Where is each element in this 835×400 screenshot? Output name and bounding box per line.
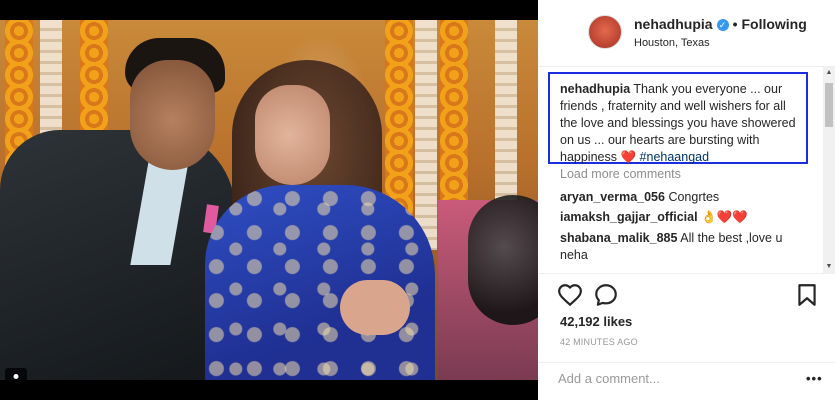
post-image[interactable] (0, 20, 538, 380)
heart-outline-icon[interactable] (557, 282, 583, 308)
load-more-comments-button[interactable]: Load more comments (560, 167, 681, 181)
comment-text: 👌❤️❤️ (701, 210, 748, 224)
comment-item: iamaksh_gajjar_official 👌❤️❤️ (560, 209, 800, 226)
person-icon (13, 374, 19, 379)
comment-username[interactable]: shabana_malik_885 (560, 231, 677, 245)
comments-scrollbar[interactable]: ▲ ▼ (823, 67, 835, 273)
add-comment-input[interactable] (558, 371, 788, 386)
comment-bubble-icon[interactable] (593, 282, 619, 308)
woman-dress (205, 185, 435, 380)
comments-list[interactable]: nehadhupia Thank you everyone ... our fr… (538, 67, 835, 273)
camera-blur (468, 195, 538, 325)
decor-garland-white (415, 20, 437, 250)
comment-text: Congrtes (668, 190, 720, 204)
post-header: nehadhupia ✓ • Following Houston, Texas (538, 0, 835, 67)
comment-item: shabana_malik_885 All the best ,love u n… (560, 230, 800, 264)
caption-highlight: nehadhupia Thank you everyone ... our fr… (548, 72, 808, 164)
comment-username[interactable]: aryan_verma_056 (560, 190, 665, 204)
heart-emoji: ❤️ (620, 150, 637, 164)
man-figure (0, 130, 235, 380)
like-count[interactable]: 42,192 likes (560, 314, 632, 329)
scroll-thumb[interactable] (825, 83, 833, 127)
verified-badge-icon: ✓ (716, 19, 729, 31)
more-options-button[interactable]: ••• (806, 371, 823, 386)
comment-item: aryan_verma_056 Congrtes (560, 189, 800, 206)
avatar[interactable] (588, 15, 622, 49)
scroll-down-arrow-icon[interactable]: ▼ (823, 261, 835, 273)
add-comment-bar: ••• (538, 362, 835, 395)
post-side-panel: nehadhupia ✓ • Following Houston, Texas neh… (538, 0, 835, 400)
man-head (130, 60, 215, 170)
scroll-up-arrow-icon[interactable]: ▲ (823, 67, 835, 79)
comment-username[interactable]: iamaksh_gajjar_official (560, 210, 698, 224)
post-location[interactable]: Houston, Texas (634, 37, 710, 49)
following-button[interactable]: Following (741, 16, 806, 32)
woman-hand (340, 280, 410, 335)
post-author-username[interactable]: nehadhupia (634, 16, 713, 32)
separator-dot: • (732, 16, 738, 32)
woman-face (255, 85, 330, 185)
post-timestamp[interactable]: 42 minutes ago (560, 337, 638, 347)
user-tags-button[interactable] (5, 368, 27, 380)
post-author-row: nehadhupia ✓ • Following (634, 16, 807, 32)
caption-username[interactable]: nehadhupia (560, 82, 630, 96)
bookmark-icon[interactable] (794, 282, 820, 308)
caption-hashtag[interactable]: #nehaangad (640, 150, 710, 164)
post-actions: 42,192 likes 42 minutes ago ••• (538, 273, 835, 394)
